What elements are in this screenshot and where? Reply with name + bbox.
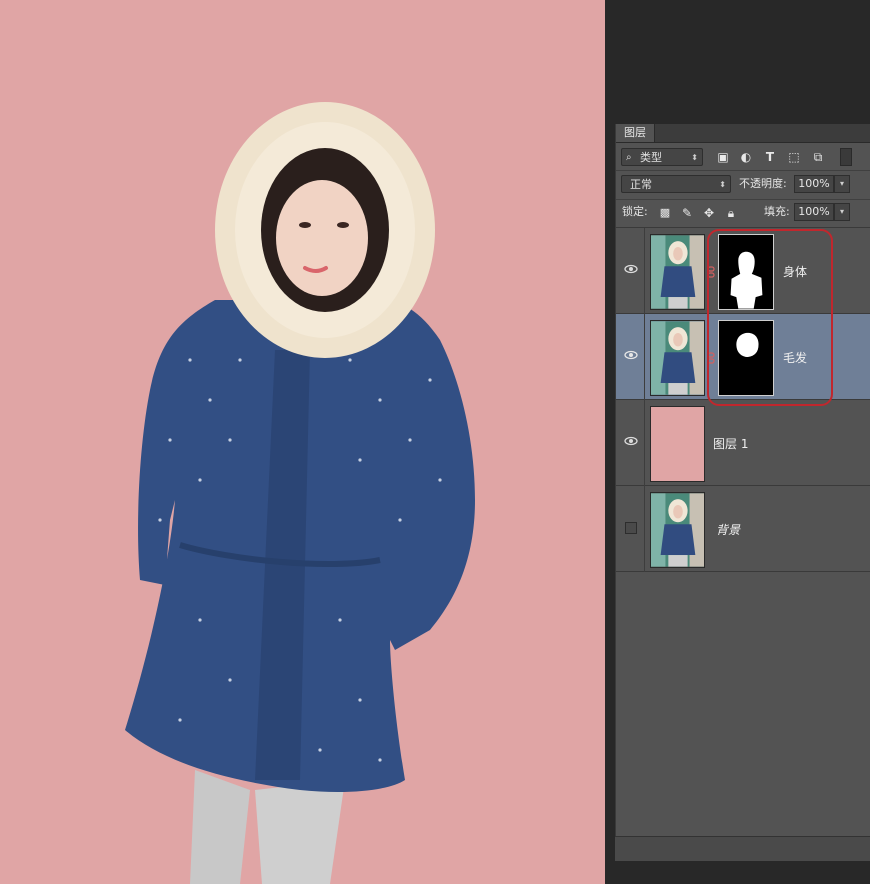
visibility-toggle[interactable] (625, 522, 637, 534)
canvas-area[interactable] (0, 0, 608, 884)
search-icon: ⌕ (626, 152, 632, 163)
document-canvas[interactable] (0, 0, 605, 884)
opacity-label: 不透明度: (739, 177, 787, 190)
layer-row[interactable]: 背景 (616, 486, 870, 572)
image-filter-icon[interactable]: ▣ (716, 150, 730, 164)
divider (644, 400, 645, 486)
divider (644, 314, 645, 400)
eye-icon[interactable] (624, 434, 638, 448)
tab-layers[interactable]: 图层 (616, 124, 655, 142)
layer-thumbnail (650, 492, 705, 568)
blend-row: 正常 ⬍ 不透明度: 100% ▾ (616, 174, 870, 196)
lock-row: 锁定: ▩ ✎ ✥ 🔒︎ 填充: 100% ▾ (616, 202, 870, 224)
filter-kind-select[interactable]: ⌕ 类型 ⬍ (621, 148, 703, 166)
panel-tabbar: 图层 (616, 124, 870, 143)
layer-name[interactable]: 背景 (716, 522, 740, 538)
smart-object-filter-icon[interactable]: ⧉ (811, 150, 825, 164)
adjustment-filter-icon[interactable]: ◐ (739, 150, 753, 164)
fill-dropdown-button[interactable]: ▾ (834, 203, 850, 221)
lock-transparent-icon[interactable]: ▩ (658, 206, 672, 220)
shape-filter-icon[interactable]: ⬚ (787, 150, 801, 164)
lock-all-icon[interactable]: 🔒︎ (724, 206, 738, 220)
layer-row[interactable]: 图层 1 (616, 400, 870, 486)
layer-thumbnail (650, 320, 705, 396)
layer-name[interactable]: 图层 1 (713, 436, 748, 452)
blend-mode-select[interactable]: 正常 ⬍ (621, 175, 731, 193)
divider (616, 199, 870, 200)
divider (644, 486, 645, 572)
opacity-input[interactable]: 100% (794, 175, 834, 193)
filter-toggle-switch[interactable] (840, 148, 852, 166)
chevron-updown-icon: ⬍ (719, 180, 726, 189)
filter-row: ⌕ 类型 ⬍ ▣ ◐ T ⬚ ⧉ (616, 146, 870, 168)
layer-thumbnail (650, 406, 705, 482)
lock-position-icon[interactable]: ✥ (702, 206, 716, 220)
lock-label: 锁定: (622, 205, 648, 218)
divider (644, 228, 645, 314)
layer-thumbnail (650, 234, 705, 310)
opacity-dropdown-button[interactable]: ▾ (834, 175, 850, 193)
eye-icon[interactable] (624, 262, 638, 276)
divider (616, 170, 870, 171)
blend-mode-value: 正常 (630, 178, 652, 191)
highlight-annotation (707, 229, 833, 406)
fill-label: 填充: (764, 205, 790, 218)
eye-icon[interactable] (624, 348, 638, 362)
chevron-updown-icon: ⬍ (691, 153, 698, 162)
panel-bottom-bar (615, 836, 870, 861)
filter-kind-value: 类型 (640, 151, 662, 164)
fill-input[interactable]: 100% (794, 203, 834, 221)
lock-brush-icon[interactable]: ✎ (680, 206, 694, 220)
type-filter-icon[interactable]: T (763, 150, 777, 164)
